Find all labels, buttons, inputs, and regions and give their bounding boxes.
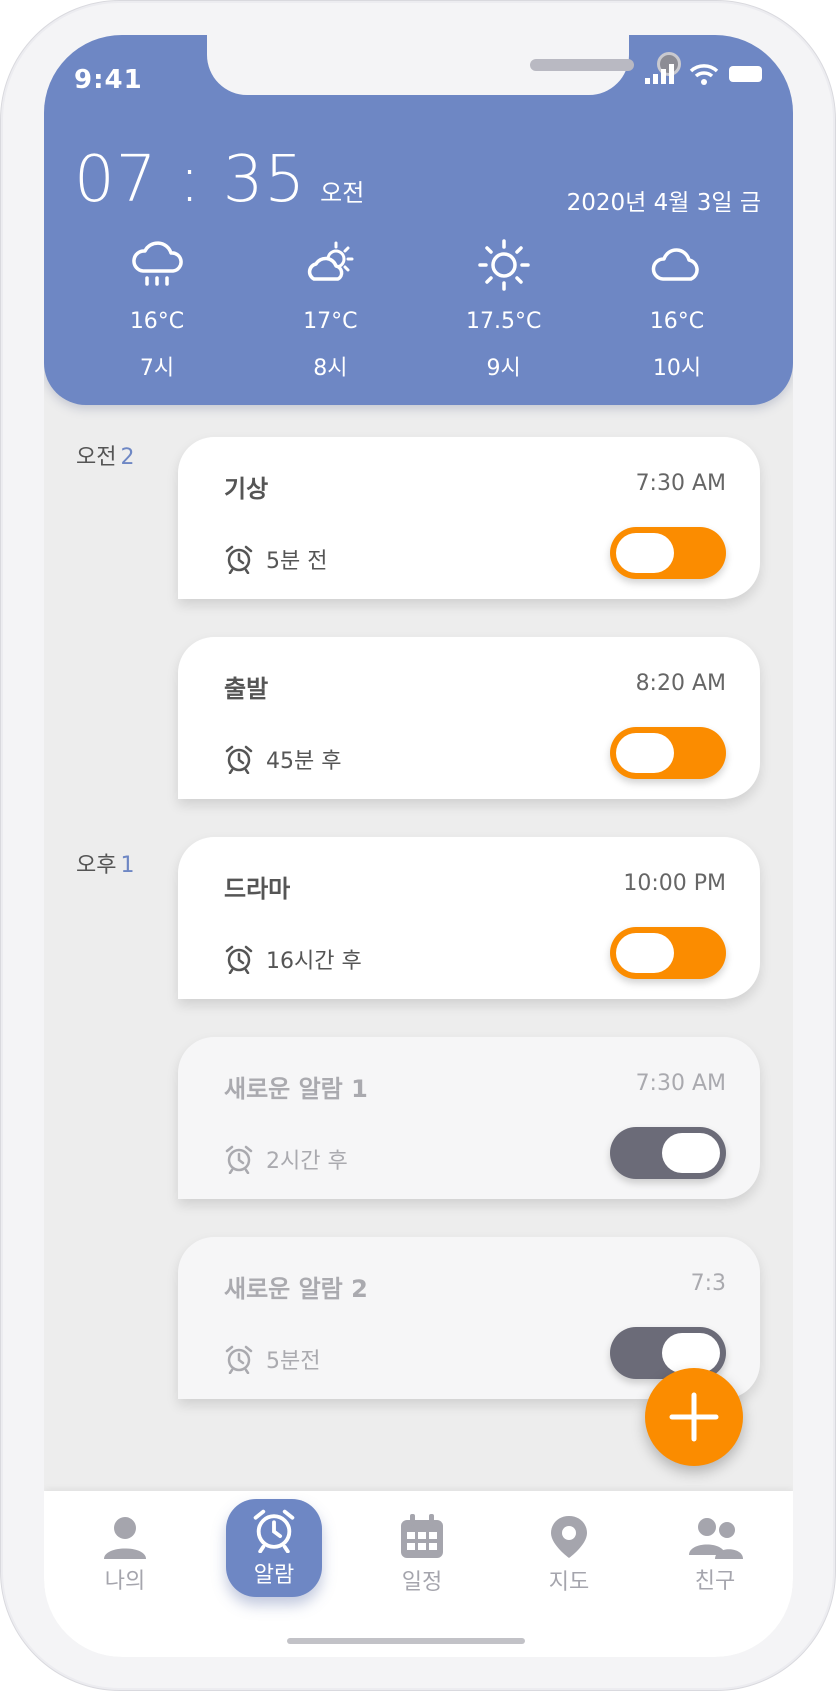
alarm-card[interactable]: 새로운 알람 1 7:30 AM 2시간 후: [178, 1037, 760, 1199]
home-indicator: [287, 1638, 525, 1644]
toggle-knob: [616, 933, 674, 973]
alarm-relative: 5분전: [224, 1343, 320, 1375]
add-alarm-button[interactable]: [645, 1368, 743, 1466]
clock-time: 07 : 35: [74, 143, 307, 217]
alarm-name: 드라마: [224, 875, 291, 903]
tab-label: 나의: [104, 1569, 146, 1594]
alarm-relative-text: 2시간 후: [266, 1149, 348, 1174]
alarm-clock-icon: [225, 945, 253, 974]
tab-alarm[interactable]: 알람: [226, 1499, 322, 1597]
forecast-temp: 16°C: [129, 309, 185, 334]
alarm-card[interactable]: 출발 8:20 AM 45분 후: [178, 637, 760, 799]
forecast-temp: 17°C: [303, 309, 358, 334]
alarm-relative: 5분 전: [224, 543, 327, 575]
tab-label: 지도: [548, 1570, 590, 1595]
hourly-forecast: 16°C 7시 17°C 8시 17.5°C 9시 16°C 10시: [97, 235, 737, 382]
alarm-relative: 45분 후: [224, 743, 341, 775]
clock-ampm: 오전: [320, 179, 365, 207]
section-am-count: 2: [120, 445, 135, 470]
alarm-name: 새로운 알람 2: [224, 1275, 368, 1303]
toggle-knob: [662, 1133, 720, 1173]
alarm-name: 출발: [224, 675, 269, 703]
forecast-item: 17.5°C 9시: [444, 235, 564, 382]
signal-icon: [645, 64, 674, 84]
alarm-clock-icon: [225, 745, 253, 774]
plus-icon: [669, 1392, 719, 1442]
speaker: [530, 59, 634, 71]
alarm-name: 기상: [224, 475, 269, 503]
alarm-toggle[interactable]: [610, 1127, 726, 1179]
alarm-card[interactable]: 기상 7:30 AM 5분 전: [178, 437, 760, 599]
phone-frame: 9:41 07 : 35 오전 2020년 4월 3일 금 16°C 7시 17…: [0, 0, 836, 1691]
alarm-card[interactable]: 드라마 10:00 PM 16시간 후: [178, 837, 760, 999]
forecast-hour: 10시: [652, 356, 702, 381]
toggle-knob: [616, 533, 674, 573]
alarm-toggle[interactable]: [610, 527, 726, 579]
alarm-clock-icon: [253, 1509, 295, 1553]
alarm-time: 10:00 PM: [623, 871, 726, 896]
current-time: 07 : 35 오전: [74, 143, 364, 217]
forecast-item: 17°C 8시: [270, 235, 390, 382]
tab-schedule[interactable]: 일정: [374, 1507, 470, 1603]
alarm-relative-text: 16시간 후: [266, 949, 362, 974]
weather-header: 9:41 07 : 35 오전 2020년 4월 3일 금 16°C 7시 17…: [44, 35, 793, 405]
status-time: 9:41: [74, 65, 143, 95]
alarm-time: 7:30 AM: [635, 471, 726, 496]
toggle-knob: [662, 1333, 720, 1373]
section-pm-count: 1: [120, 853, 135, 878]
alarm-clock-icon: [225, 545, 253, 574]
tab-bar: 나의 알람 일정 지도 친구: [44, 1491, 793, 1657]
tab-label: 알람: [253, 1563, 295, 1588]
section-pm-label: 오후 1: [76, 847, 134, 879]
section-am-label: 오전 2: [76, 439, 134, 471]
current-date: 2020년 4월 3일 금: [566, 190, 761, 216]
section-pm-title: 오후: [76, 853, 117, 878]
screen: 9:41 07 : 35 오전 2020년 4월 3일 금 16°C 7시 17…: [44, 35, 793, 1657]
rain-cloud-icon: [132, 241, 183, 286]
wifi-icon: [689, 64, 719, 85]
forecast-temp: 16°C: [649, 309, 705, 334]
forecast-item: 16°C 7시: [97, 235, 217, 382]
partly-sunny-icon: [308, 241, 354, 281]
tab-friends[interactable]: 친구: [667, 1507, 763, 1603]
tab-my[interactable]: 나의: [77, 1507, 173, 1603]
alarm-clock-icon: [225, 1145, 253, 1174]
alarm-relative-text: 5분 전: [266, 549, 328, 574]
alarm-time: 7:3: [690, 1271, 726, 1296]
alarm-time: 8:20 AM: [635, 671, 726, 696]
calendar-icon: [401, 1514, 443, 1558]
alarm-relative: 2시간 후: [224, 1143, 348, 1175]
section-am-title: 오전: [76, 445, 117, 470]
alarm-relative-text: 5분전: [266, 1349, 321, 1374]
person-icon: [104, 1517, 146, 1559]
alarm-time: 7:30 AM: [635, 1071, 726, 1096]
forecast-hour: 8시: [313, 356, 348, 381]
toggle-knob: [616, 733, 674, 773]
forecast-hour: 9시: [486, 356, 521, 381]
forecast-hour: 7시: [139, 356, 175, 381]
alarm-relative: 16시간 후: [224, 943, 362, 975]
tab-label: 일정: [401, 1570, 443, 1595]
tab-label: 친구: [694, 1569, 736, 1594]
cloud-icon: [651, 248, 699, 281]
alarm-toggle[interactable]: [610, 927, 726, 979]
map-pin-icon: [551, 1516, 587, 1558]
notch: [207, 35, 681, 95]
friends-icon: [689, 1518, 743, 1559]
status-icons: [645, 63, 765, 85]
alarm-toggle[interactable]: [610, 727, 726, 779]
tab-map[interactable]: 지도: [521, 1507, 617, 1603]
alarm-relative-text: 45분 후: [266, 749, 342, 774]
sun-icon: [477, 239, 530, 291]
battery-icon: [729, 66, 762, 82]
alarm-clock-icon: [225, 1345, 253, 1374]
forecast-temp: 17.5°C: [465, 309, 542, 334]
forecast-item: 16°C 10시: [617, 235, 737, 382]
alarm-name: 새로운 알람 1: [224, 1075, 368, 1103]
